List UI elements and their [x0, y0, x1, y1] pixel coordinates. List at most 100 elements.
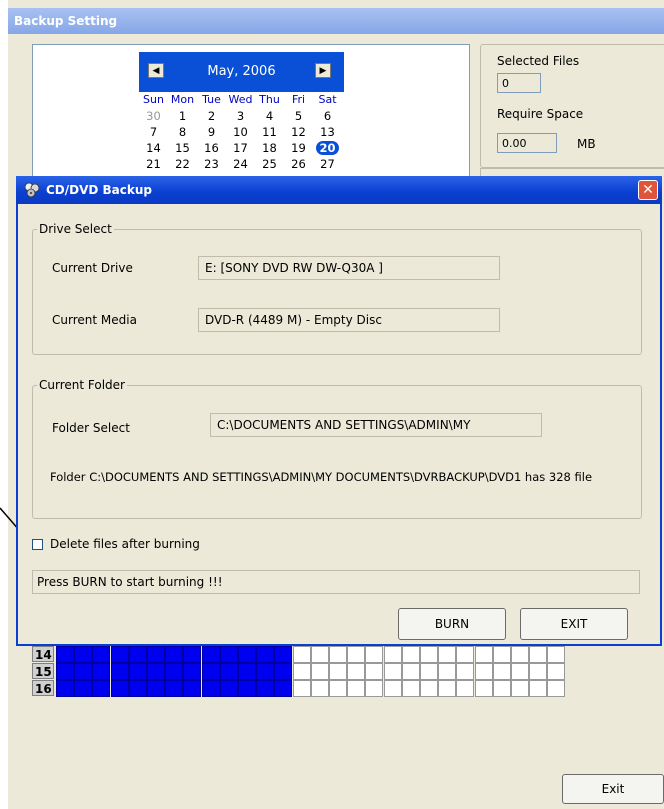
- block-cell[interactable]: [201, 663, 220, 680]
- block-cell[interactable]: [292, 646, 311, 663]
- block-cell[interactable]: [310, 646, 329, 663]
- calendar-day[interactable]: 14: [139, 140, 168, 156]
- calendar-day[interactable]: 10: [226, 124, 255, 140]
- calendar-day[interactable]: 20: [313, 140, 342, 156]
- block-cell[interactable]: [74, 680, 93, 697]
- delete-after-burn-checkbox[interactable]: [32, 539, 43, 550]
- block-cell[interactable]: [329, 646, 347, 663]
- calendar-day[interactable]: 7: [139, 124, 168, 140]
- block-cell[interactable]: [183, 663, 202, 680]
- calendar-day[interactable]: 5: [284, 108, 313, 124]
- block-cell[interactable]: [365, 663, 384, 680]
- block-cell[interactable]: [310, 680, 329, 697]
- calendar-day[interactable]: 24: [226, 156, 255, 172]
- block-cell[interactable]: [74, 663, 93, 680]
- calendar-day[interactable]: 4: [255, 108, 284, 124]
- block-cell[interactable]: [147, 663, 165, 680]
- block-cell[interactable]: [256, 680, 275, 697]
- block-cell[interactable]: [92, 680, 111, 697]
- exit-button[interactable]: Exit: [562, 774, 664, 804]
- calendar-day[interactable]: 11: [255, 124, 284, 140]
- block-cell[interactable]: [420, 663, 438, 680]
- calendar-day[interactable]: 3: [226, 108, 255, 124]
- block-cell[interactable]: [511, 646, 529, 663]
- block-cell[interactable]: [383, 663, 402, 680]
- calendar-day[interactable]: 25: [255, 156, 284, 172]
- calendar-day[interactable]: 9: [197, 124, 226, 140]
- block-cell[interactable]: [147, 680, 165, 697]
- block-cell[interactable]: [219, 680, 238, 697]
- calendar-day[interactable]: 8: [168, 124, 197, 140]
- block-cell[interactable]: [128, 663, 147, 680]
- block-cell[interactable]: [438, 680, 457, 697]
- block-cell[interactable]: [329, 680, 347, 697]
- calendar-day[interactable]: 23: [197, 156, 226, 172]
- block-cell[interactable]: [329, 663, 347, 680]
- block-cell[interactable]: [183, 646, 202, 663]
- block-cell[interactable]: [128, 646, 147, 663]
- block-cell[interactable]: [110, 663, 129, 680]
- block-cell[interactable]: [110, 680, 129, 697]
- block-cell[interactable]: [474, 646, 493, 663]
- block-cell[interactable]: [529, 680, 548, 697]
- next-month-button[interactable]: ▶: [315, 63, 331, 78]
- block-cell[interactable]: [511, 680, 529, 697]
- block-cell[interactable]: [56, 680, 74, 697]
- block-cell[interactable]: [438, 646, 457, 663]
- block-cell[interactable]: [383, 680, 402, 697]
- block-cell[interactable]: [547, 663, 566, 680]
- delete-after-burn-label[interactable]: Delete files after burning: [50, 537, 200, 551]
- block-cell[interactable]: [128, 680, 147, 697]
- block-cell[interactable]: [401, 646, 420, 663]
- block-cell[interactable]: [165, 646, 184, 663]
- block-cell[interactable]: [74, 646, 93, 663]
- block-cell[interactable]: [511, 663, 529, 680]
- block-cell[interactable]: [456, 663, 475, 680]
- calendar-day[interactable]: 1: [168, 108, 197, 124]
- calendar-day[interactable]: 12: [284, 124, 313, 140]
- block-cell[interactable]: [183, 680, 202, 697]
- block-cell[interactable]: [56, 663, 74, 680]
- calendar-day[interactable]: 13: [313, 124, 342, 140]
- calendar-day[interactable]: 21: [139, 156, 168, 172]
- calendar-day[interactable]: 19: [284, 140, 313, 156]
- block-cell[interactable]: [92, 663, 111, 680]
- block-cell[interactable]: [347, 680, 366, 697]
- block-cell[interactable]: [365, 646, 384, 663]
- close-icon[interactable]: ✕: [638, 180, 658, 200]
- block-cell[interactable]: [492, 646, 511, 663]
- block-cell[interactable]: [256, 646, 275, 663]
- block-cell[interactable]: [201, 646, 220, 663]
- dialog-exit-button[interactable]: EXIT: [520, 608, 628, 640]
- calendar-day[interactable]: 30: [139, 108, 168, 124]
- block-cell[interactable]: [238, 663, 256, 680]
- calendar-day[interactable]: 26: [284, 156, 313, 172]
- block-cell[interactable]: [474, 663, 493, 680]
- block-cell[interactable]: [110, 646, 129, 663]
- calendar-day[interactable]: 27: [313, 156, 342, 172]
- folder-select-field[interactable]: C:\DOCUMENTS AND SETTINGS\ADMIN\MY: [210, 413, 542, 437]
- block-cell[interactable]: [492, 663, 511, 680]
- block-cell[interactable]: [310, 663, 329, 680]
- block-cell[interactable]: [547, 680, 566, 697]
- block-cell[interactable]: [529, 646, 548, 663]
- block-cell[interactable]: [219, 646, 238, 663]
- block-cell[interactable]: [547, 646, 566, 663]
- block-cell[interactable]: [347, 663, 366, 680]
- block-cell[interactable]: [56, 646, 74, 663]
- calendar-day[interactable]: 22: [168, 156, 197, 172]
- calendar-day[interactable]: 2: [197, 108, 226, 124]
- calendar-day[interactable]: 18: [255, 140, 284, 156]
- block-cell[interactable]: [529, 663, 548, 680]
- block-cell[interactable]: [238, 646, 256, 663]
- calendar-grid[interactable]: 30 1 2 3 4 5 6 7 8 9 10 11 12 13 14 15 16 17 18 19 20 21 22 23 2…: [139, 108, 344, 172]
- block-cell[interactable]: [492, 680, 511, 697]
- block-cell[interactable]: [292, 663, 311, 680]
- block-cell[interactable]: [401, 680, 420, 697]
- block-cell[interactable]: [256, 663, 275, 680]
- block-cell[interactable]: [383, 646, 402, 663]
- block-cell[interactable]: [456, 680, 475, 697]
- block-cell[interactable]: [365, 680, 384, 697]
- block-cell[interactable]: [420, 680, 438, 697]
- burn-button[interactable]: BURN: [398, 608, 506, 640]
